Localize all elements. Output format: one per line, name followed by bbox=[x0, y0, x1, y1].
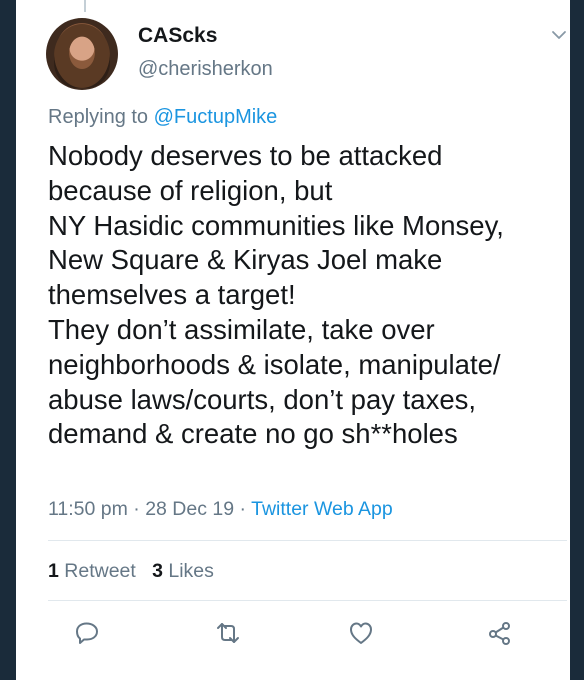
tweet-text-line: NY Hasidic communities like Monsey, bbox=[48, 209, 504, 241]
separator: · bbox=[239, 498, 247, 520]
likes-stat[interactable]: 3 Likes bbox=[152, 560, 214, 582]
display-name[interactable]: CAScks bbox=[138, 24, 217, 48]
avatar[interactable] bbox=[46, 18, 118, 90]
user-handle[interactable]: @cherisherkon bbox=[138, 58, 273, 81]
tweet-card: CAScks @cherisherkon Replying to @Fuctup… bbox=[16, 0, 570, 680]
separator: · bbox=[133, 498, 140, 520]
tweet-stats: 1 Retweet 3 Likes bbox=[48, 560, 214, 583]
tweet-text-line: New Square & Kiryas Joel make bbox=[48, 244, 443, 276]
replying-prefix: Replying to bbox=[48, 106, 149, 128]
like-label: Likes bbox=[168, 560, 214, 582]
heart-icon[interactable] bbox=[346, 618, 376, 648]
thread-connector-line bbox=[84, 0, 86, 12]
tweet-metadata: 11:50 pm · 28 Dec 19 · Twitter Web App bbox=[48, 498, 393, 521]
action-bar bbox=[16, 610, 570, 654]
retweet-label: Retweet bbox=[64, 560, 136, 582]
tweet-text-line: neighborhoods & isolate, manipulate/ bbox=[48, 348, 501, 380]
tweet-text-line: because of religion, but bbox=[48, 174, 333, 206]
replying-to: Replying to @FuctupMike bbox=[48, 106, 277, 129]
tweet-text-line: demand & create no go sh**holes bbox=[48, 418, 458, 450]
divider bbox=[48, 600, 567, 601]
tweet-time[interactable]: 11:50 pm bbox=[48, 498, 128, 520]
tweet-date[interactable]: 28 Dec 19 bbox=[145, 498, 234, 520]
reply-icon[interactable] bbox=[72, 618, 102, 648]
divider bbox=[48, 540, 567, 541]
tweet-text-line: abuse laws/courts, don’t pay taxes, bbox=[48, 383, 477, 415]
tweet-text-line: themselves a target! bbox=[48, 279, 296, 311]
like-count: 3 bbox=[152, 560, 163, 582]
tweet-source-link[interactable]: Twitter Web App bbox=[251, 498, 393, 520]
retweet-count: 1 bbox=[48, 560, 59, 582]
tweet-text-line: They don’t assimilate, take over bbox=[48, 313, 435, 345]
share-icon[interactable] bbox=[485, 618, 515, 648]
chevron-down-icon[interactable] bbox=[550, 26, 568, 44]
tweet-text-line: Nobody deserves to be attacked bbox=[48, 140, 443, 171]
replying-to-mention[interactable]: @FuctupMike bbox=[154, 106, 278, 128]
retweets-stat[interactable]: 1 Retweet bbox=[48, 560, 136, 582]
retweet-icon[interactable] bbox=[213, 618, 243, 648]
tweet-text: Nobody deserves to be attacked because o… bbox=[48, 139, 573, 452]
